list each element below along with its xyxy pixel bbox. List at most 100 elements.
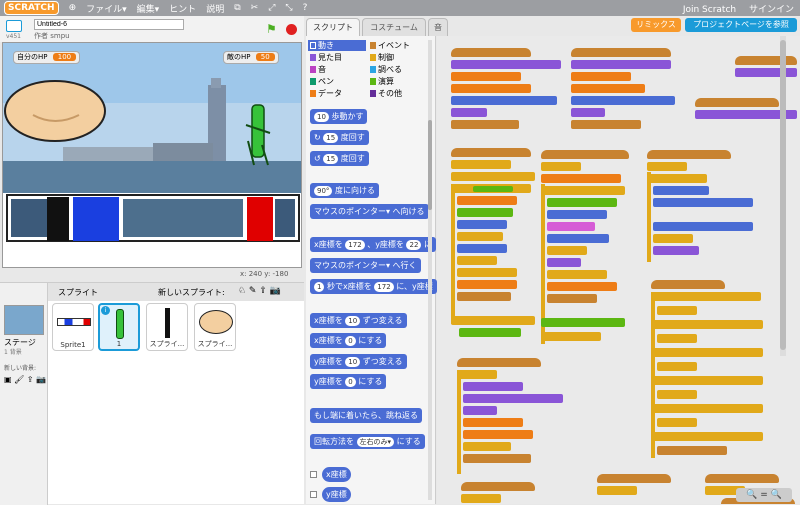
script-block[interactable]: [459, 328, 521, 337]
rotation-dropdown[interactable]: 左右のみ▾: [356, 437, 395, 447]
script-block[interactable]: [651, 432, 763, 441]
degrees-input[interactable]: 15: [323, 154, 339, 164]
category-sensing[interactable]: 調べる: [368, 64, 426, 75]
script-block[interactable]: [451, 120, 519, 129]
script-block[interactable]: [457, 358, 541, 367]
script-block[interactable]: [647, 150, 731, 159]
script-block[interactable]: [651, 280, 725, 289]
y-input[interactable]: 22: [406, 240, 422, 250]
turn-left-block[interactable]: ↺ 15 度回す: [310, 151, 369, 166]
rotation-style-block[interactable]: 回転方法を 左右のみ▾ にする: [310, 434, 425, 449]
script-block[interactable]: [547, 282, 617, 291]
script-block[interactable]: [651, 376, 763, 385]
shrink-icon[interactable]: ⤡: [285, 3, 292, 13]
goto-pointer-block[interactable]: マウスのポインター▾ へ行く: [310, 258, 421, 273]
globe-icon[interactable]: ⊕: [69, 3, 77, 13]
duplicate-icon[interactable]: ⧉: [234, 3, 240, 13]
script-block[interactable]: [451, 148, 531, 157]
script-block[interactable]: [457, 220, 507, 229]
script-block[interactable]: [547, 270, 607, 279]
script-block[interactable]: [451, 72, 521, 81]
tab-costumes[interactable]: コスチューム: [362, 18, 426, 36]
script-block[interactable]: [457, 256, 497, 265]
y-position-reporter[interactable]: y座標: [322, 487, 351, 502]
enemy-hp-monitor[interactable]: 敵のHP 50: [223, 51, 279, 64]
move-steps-block[interactable]: 10 歩動かす: [310, 109, 368, 124]
script-block[interactable]: [657, 306, 697, 315]
script-block[interactable]: [473, 186, 513, 192]
script-block[interactable]: [541, 318, 625, 327]
script-block[interactable]: [647, 172, 651, 262]
grow-icon[interactable]: ⤢: [268, 3, 275, 13]
set-y-block[interactable]: y座標を 0 にする: [310, 374, 387, 389]
script-block[interactable]: [597, 474, 671, 483]
x-position-checkbox[interactable]: [310, 471, 317, 478]
my-hp-monitor[interactable]: 自分のHP 100: [13, 51, 81, 64]
script-block[interactable]: [451, 96, 557, 105]
script-block[interactable]: [653, 222, 753, 231]
script-block[interactable]: [653, 246, 699, 255]
scrollbar-thumb[interactable]: [780, 40, 786, 350]
script-block[interactable]: [541, 186, 625, 195]
turn-right-block[interactable]: ↻ 15 度回す: [310, 130, 369, 145]
script-block[interactable]: [647, 162, 687, 171]
script-block[interactable]: [463, 382, 523, 391]
bounce-block[interactable]: もし端に着いたら、跳ね返る: [310, 408, 422, 423]
script-block[interactable]: [597, 486, 637, 495]
script-block[interactable]: [705, 474, 779, 483]
steps-input[interactable]: 10: [314, 112, 329, 122]
script-block[interactable]: [463, 430, 533, 439]
script-block[interactable]: [457, 232, 503, 241]
dy-input[interactable]: 10: [345, 357, 361, 367]
script-block[interactable]: [657, 362, 697, 371]
palette-scrollbar[interactable]: [428, 40, 432, 500]
degrees-input[interactable]: 15: [323, 133, 339, 143]
script-block[interactable]: [647, 174, 707, 183]
change-y-block[interactable]: y座標を 10 ずつ変える: [310, 354, 407, 369]
script-block[interactable]: [571, 120, 641, 129]
tab-scripts[interactable]: スクリプト: [306, 18, 360, 36]
script-block[interactable]: [547, 222, 595, 231]
stage-thumbnail-area[interactable]: ステージ 1 背景 新しい背景: ▣ 🖌 ⇪ 📷: [0, 283, 48, 505]
category-looks[interactable]: 見た目: [308, 52, 366, 63]
script-block[interactable]: [735, 56, 797, 65]
script-block[interactable]: [457, 208, 513, 217]
info-badge[interactable]: i: [101, 306, 110, 315]
script-block[interactable]: [457, 370, 461, 474]
script-block[interactable]: [653, 198, 753, 207]
script-block[interactable]: [547, 198, 617, 207]
script-block[interactable]: [547, 210, 607, 219]
script-block[interactable]: [451, 172, 535, 181]
script-block[interactable]: [541, 174, 621, 183]
stop-icon[interactable]: [286, 24, 297, 35]
change-x-block[interactable]: x座標を 10 ずつ変える: [310, 313, 407, 328]
script-block[interactable]: [571, 108, 605, 117]
menu-file[interactable]: ファイル▾: [86, 2, 127, 15]
join-link[interactable]: Join Scratch: [683, 5, 736, 15]
goto-xy-block[interactable]: x座標を 172 、y座標を 22 に: [310, 237, 436, 252]
script-block[interactable]: [653, 234, 693, 243]
script-block[interactable]: [657, 446, 727, 455]
x-input[interactable]: 172: [345, 240, 365, 250]
script-block[interactable]: [451, 108, 487, 117]
script-block[interactable]: [451, 60, 561, 69]
y-input[interactable]: 0: [345, 377, 356, 387]
script-block[interactable]: [547, 234, 609, 243]
signin-link[interactable]: サインイン: [749, 5, 794, 15]
script-block[interactable]: [571, 48, 671, 57]
script-block[interactable]: [451, 160, 511, 169]
point-towards-block[interactable]: マウスのポインター▾ へ向ける: [310, 204, 429, 219]
script-block[interactable]: [457, 370, 497, 379]
menu-tips[interactable]: ヒント: [169, 2, 196, 15]
script-block[interactable]: [653, 186, 709, 195]
see-project-page-button[interactable]: プロジェクトページを参照: [685, 18, 797, 32]
new-sprite-icons[interactable]: ♘ ✎ ⇪ 📷: [238, 286, 281, 296]
sprite-tile-sprite1[interactable]: Sprite1: [52, 303, 94, 351]
dx-input[interactable]: 10: [345, 316, 361, 326]
script-block[interactable]: [463, 454, 531, 463]
backdrop-paint-icon[interactable]: ▣ 🖌 ⇪ 📷: [4, 375, 46, 384]
script-block[interactable]: [463, 406, 497, 415]
script-block[interactable]: [463, 418, 523, 427]
category-sound[interactable]: 音: [308, 64, 366, 75]
script-block[interactable]: [657, 418, 697, 427]
